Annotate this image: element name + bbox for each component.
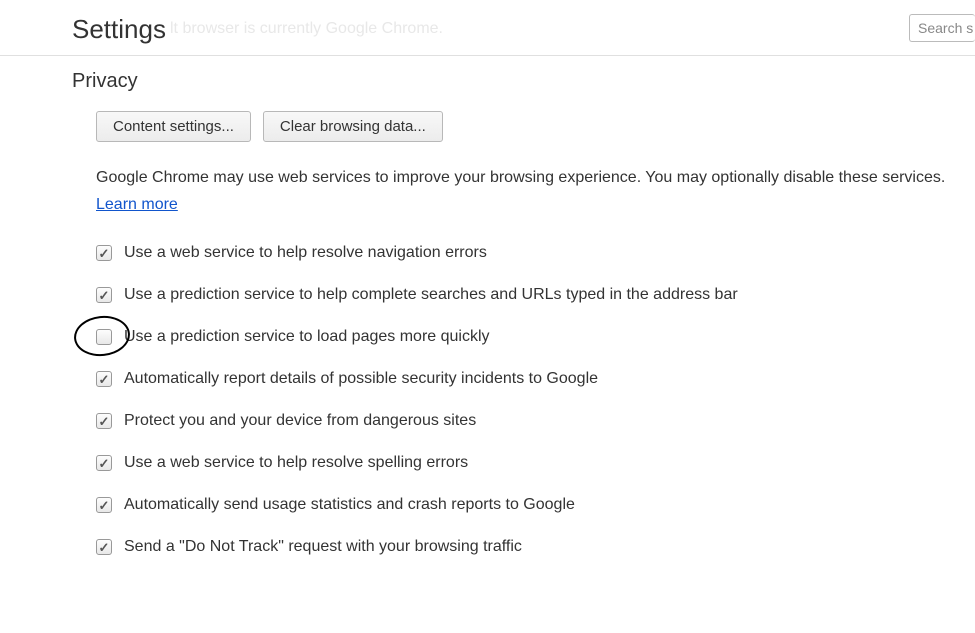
privacy-option-row: Automatically report details of possible… — [96, 370, 975, 388]
privacy-option-row: Automatically send usage statistics and … — [96, 496, 975, 514]
section-title-privacy: Privacy — [72, 70, 975, 93]
privacy-option-row: Protect you and your device from dangero… — [96, 412, 975, 430]
privacy-option-label[interactable]: Automatically send usage statistics and … — [124, 496, 575, 514]
privacy-option-label[interactable]: Use a web service to help resolve spelli… — [124, 454, 468, 472]
clear-browsing-data-button[interactable]: Clear browsing data... — [263, 111, 443, 142]
privacy-option-checkbox[interactable] — [96, 455, 112, 471]
content-settings-button[interactable]: Content settings... — [96, 111, 251, 142]
privacy-option-checkbox[interactable] — [96, 245, 112, 261]
search-input[interactable]: Search s — [909, 14, 975, 42]
privacy-option-checkbox[interactable] — [96, 287, 112, 303]
privacy-option-checkbox[interactable] — [96, 413, 112, 429]
page-title: Settings — [72, 14, 975, 45]
privacy-option-label[interactable]: Protect you and your device from dangero… — [124, 412, 476, 430]
search-placeholder: Search s — [918, 20, 973, 36]
privacy-option-label[interactable]: Use a prediction service to help complet… — [124, 286, 738, 304]
privacy-option-label[interactable]: Send a "Do Not Track" request with your … — [124, 538, 522, 556]
privacy-description-text: Google Chrome may use web services to im… — [96, 169, 945, 186]
header: lt browser is currently Google Chrome. S… — [0, 0, 975, 56]
privacy-option-checkbox[interactable] — [96, 329, 112, 345]
privacy-option-label[interactable]: Use a prediction service to load pages m… — [124, 328, 490, 346]
privacy-option-checkbox[interactable] — [96, 497, 112, 513]
privacy-option-row: Send a "Do Not Track" request with your … — [96, 538, 975, 556]
privacy-option-label[interactable]: Use a web service to help resolve naviga… — [124, 244, 487, 262]
privacy-option-row: Use a prediction service to load pages m… — [96, 328, 975, 346]
privacy-option-checkbox[interactable] — [96, 371, 112, 387]
privacy-button-row: Content settings... Clear browsing data.… — [96, 111, 975, 142]
privacy-option-row: Use a web service to help resolve spelli… — [96, 454, 975, 472]
learn-more-link[interactable]: Learn more — [96, 196, 178, 213]
privacy-option-checkbox[interactable] — [96, 539, 112, 555]
privacy-option-row: Use a prediction service to help complet… — [96, 286, 975, 304]
privacy-section: Privacy Content settings... Clear browsi… — [0, 56, 975, 556]
privacy-option-row: Use a web service to help resolve naviga… — [96, 244, 975, 262]
privacy-option-label[interactable]: Automatically report details of possible… — [124, 370, 598, 388]
privacy-options-list: Use a web service to help resolve naviga… — [96, 244, 975, 556]
privacy-description: Google Chrome may use web services to im… — [96, 164, 975, 218]
